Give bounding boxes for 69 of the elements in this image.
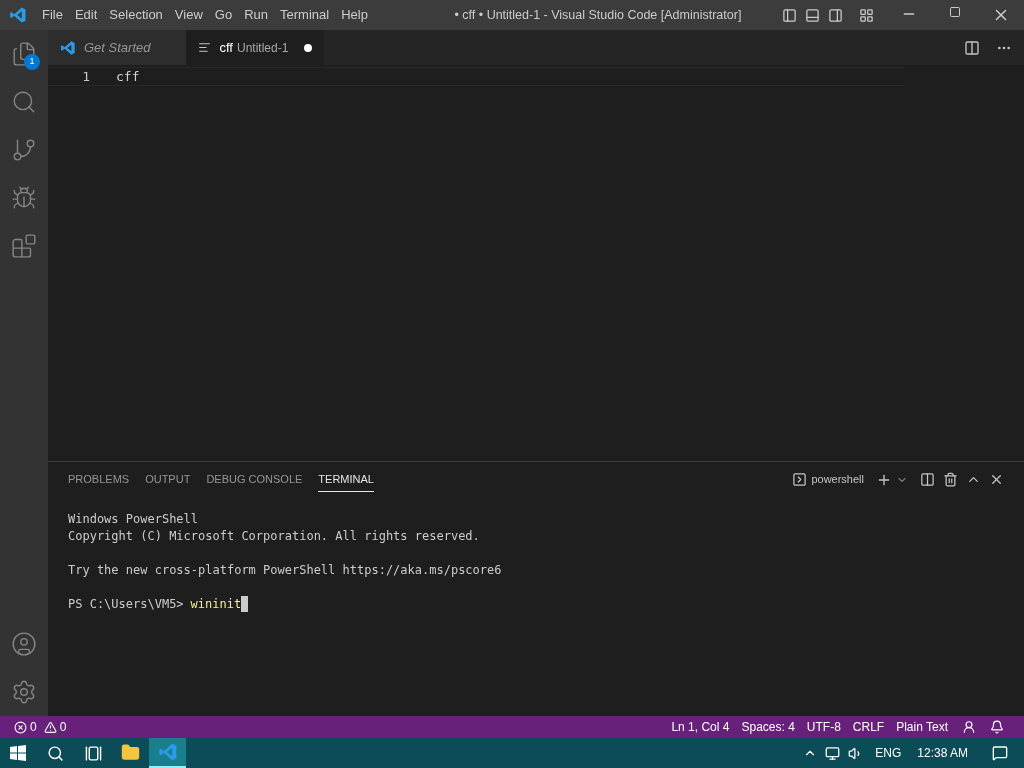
split-terminal-icon[interactable] <box>920 472 935 487</box>
menu-item[interactable]: Terminal <box>274 5 336 25</box>
warning-icon <box>43 720 57 734</box>
status-item[interactable]: Ln 1, Col 4 <box>665 718 736 736</box>
window-title: • cff • Untitled-1 - Visual Studio Code [Administrator] <box>453 6 743 24</box>
status-item[interactable]: Plain Text <box>890 718 954 736</box>
status-item[interactable]: Spaces: 4 <box>735 718 801 736</box>
status-item[interactable]: CRLF <box>846 718 891 736</box>
terminal-prompt: PS C:\Users\VM5> <box>68 596 184 613</box>
settings-icon[interactable] <box>11 679 37 705</box>
split-editor-icon[interactable] <box>964 39 980 56</box>
line-number: 1 <box>81 67 90 86</box>
search-icon[interactable] <box>46 744 64 762</box>
error-count: 0 <box>30 719 37 736</box>
files-icon[interactable] <box>11 41 37 67</box>
menu-item[interactable]: Go <box>208 5 239 25</box>
notification-badge: 1 <box>24 54 40 70</box>
terminal-profile[interactable]: powershell <box>811 471 864 488</box>
folder-icon <box>121 742 140 762</box>
vscode-logo-icon <box>9 6 27 24</box>
toggle-secondary-sidebar-icon[interactable] <box>828 7 843 23</box>
text-cursor <box>241 596 249 612</box>
toggle-sidebar-icon[interactable] <box>782 7 797 23</box>
network-icon[interactable] <box>825 745 841 761</box>
panel-tab[interactable]: TERMINAL <box>318 466 374 493</box>
task-view-icon[interactable] <box>84 744 102 762</box>
person-icon[interactable] <box>962 720 976 734</box>
tab-description: Untitled-1 <box>237 39 289 57</box>
clock[interactable]: 12:38 AM <box>917 744 968 762</box>
status-item[interactable]: UTF-8 <box>800 718 847 736</box>
vscode-logo-icon <box>157 742 178 762</box>
trash-icon[interactable] <box>943 472 958 487</box>
vscode-logo-icon <box>60 39 76 56</box>
terminal-line: Copyright (C) Microsoft Corporation. All rights reserved. <box>68 528 481 545</box>
menu-item[interactable]: File <box>36 5 69 25</box>
terminal-line: Windows PowerShell <box>68 511 200 528</box>
menu-item[interactable]: Edit <box>68 5 104 25</box>
tab-label: Get Started <box>84 38 151 57</box>
taskbar-app[interactable] <box>149 738 186 768</box>
menu-item[interactable]: Selection <box>103 5 169 25</box>
tab-label: cff <box>219 38 233 57</box>
maximize-icon[interactable] <box>949 6 961 18</box>
menu-item[interactable]: Run <box>238 5 274 25</box>
error-icon <box>14 720 27 734</box>
warning-count: 0 <box>59 719 67 736</box>
panel-tab[interactable]: PROBLEMS <box>68 466 130 493</box>
terminal-command: wininit <box>190 596 242 613</box>
terminal-icon <box>792 472 808 487</box>
terminal-line: Try the new cross-platform PowerShell https://aka.ms/pscore6 <box>68 562 503 579</box>
account-icon[interactable] <box>11 631 37 657</box>
menu-item[interactable]: View <box>168 5 209 25</box>
panel-tab[interactable]: DEBUG CONSOLE <box>206 466 303 493</box>
language-indicator[interactable]: ENG <box>875 744 902 762</box>
toggle-panel-icon[interactable] <box>805 7 820 23</box>
editor-tab[interactable]: Get Started <box>48 30 187 65</box>
branch-icon[interactable] <box>11 137 37 163</box>
panel-tab[interactable]: OUTPUT <box>145 466 191 493</box>
windows-logo-icon[interactable] <box>10 745 26 761</box>
menu-item[interactable]: Help <box>335 5 374 25</box>
problems-indicator[interactable]: 0 0 <box>14 718 67 736</box>
code-line: cff <box>116 67 140 86</box>
text-file-icon <box>198 41 212 54</box>
close-panel-icon[interactable] <box>989 472 1004 487</box>
editor-tab[interactable]: cff Untitled-1 <box>186 30 325 65</box>
blocks-icon[interactable] <box>11 233 37 259</box>
layout-icon[interactable] <box>859 7 874 23</box>
action-center-icon[interactable] <box>992 745 1008 761</box>
bug-icon[interactable] <box>11 185 37 211</box>
notifications-icon[interactable] <box>990 720 1004 734</box>
